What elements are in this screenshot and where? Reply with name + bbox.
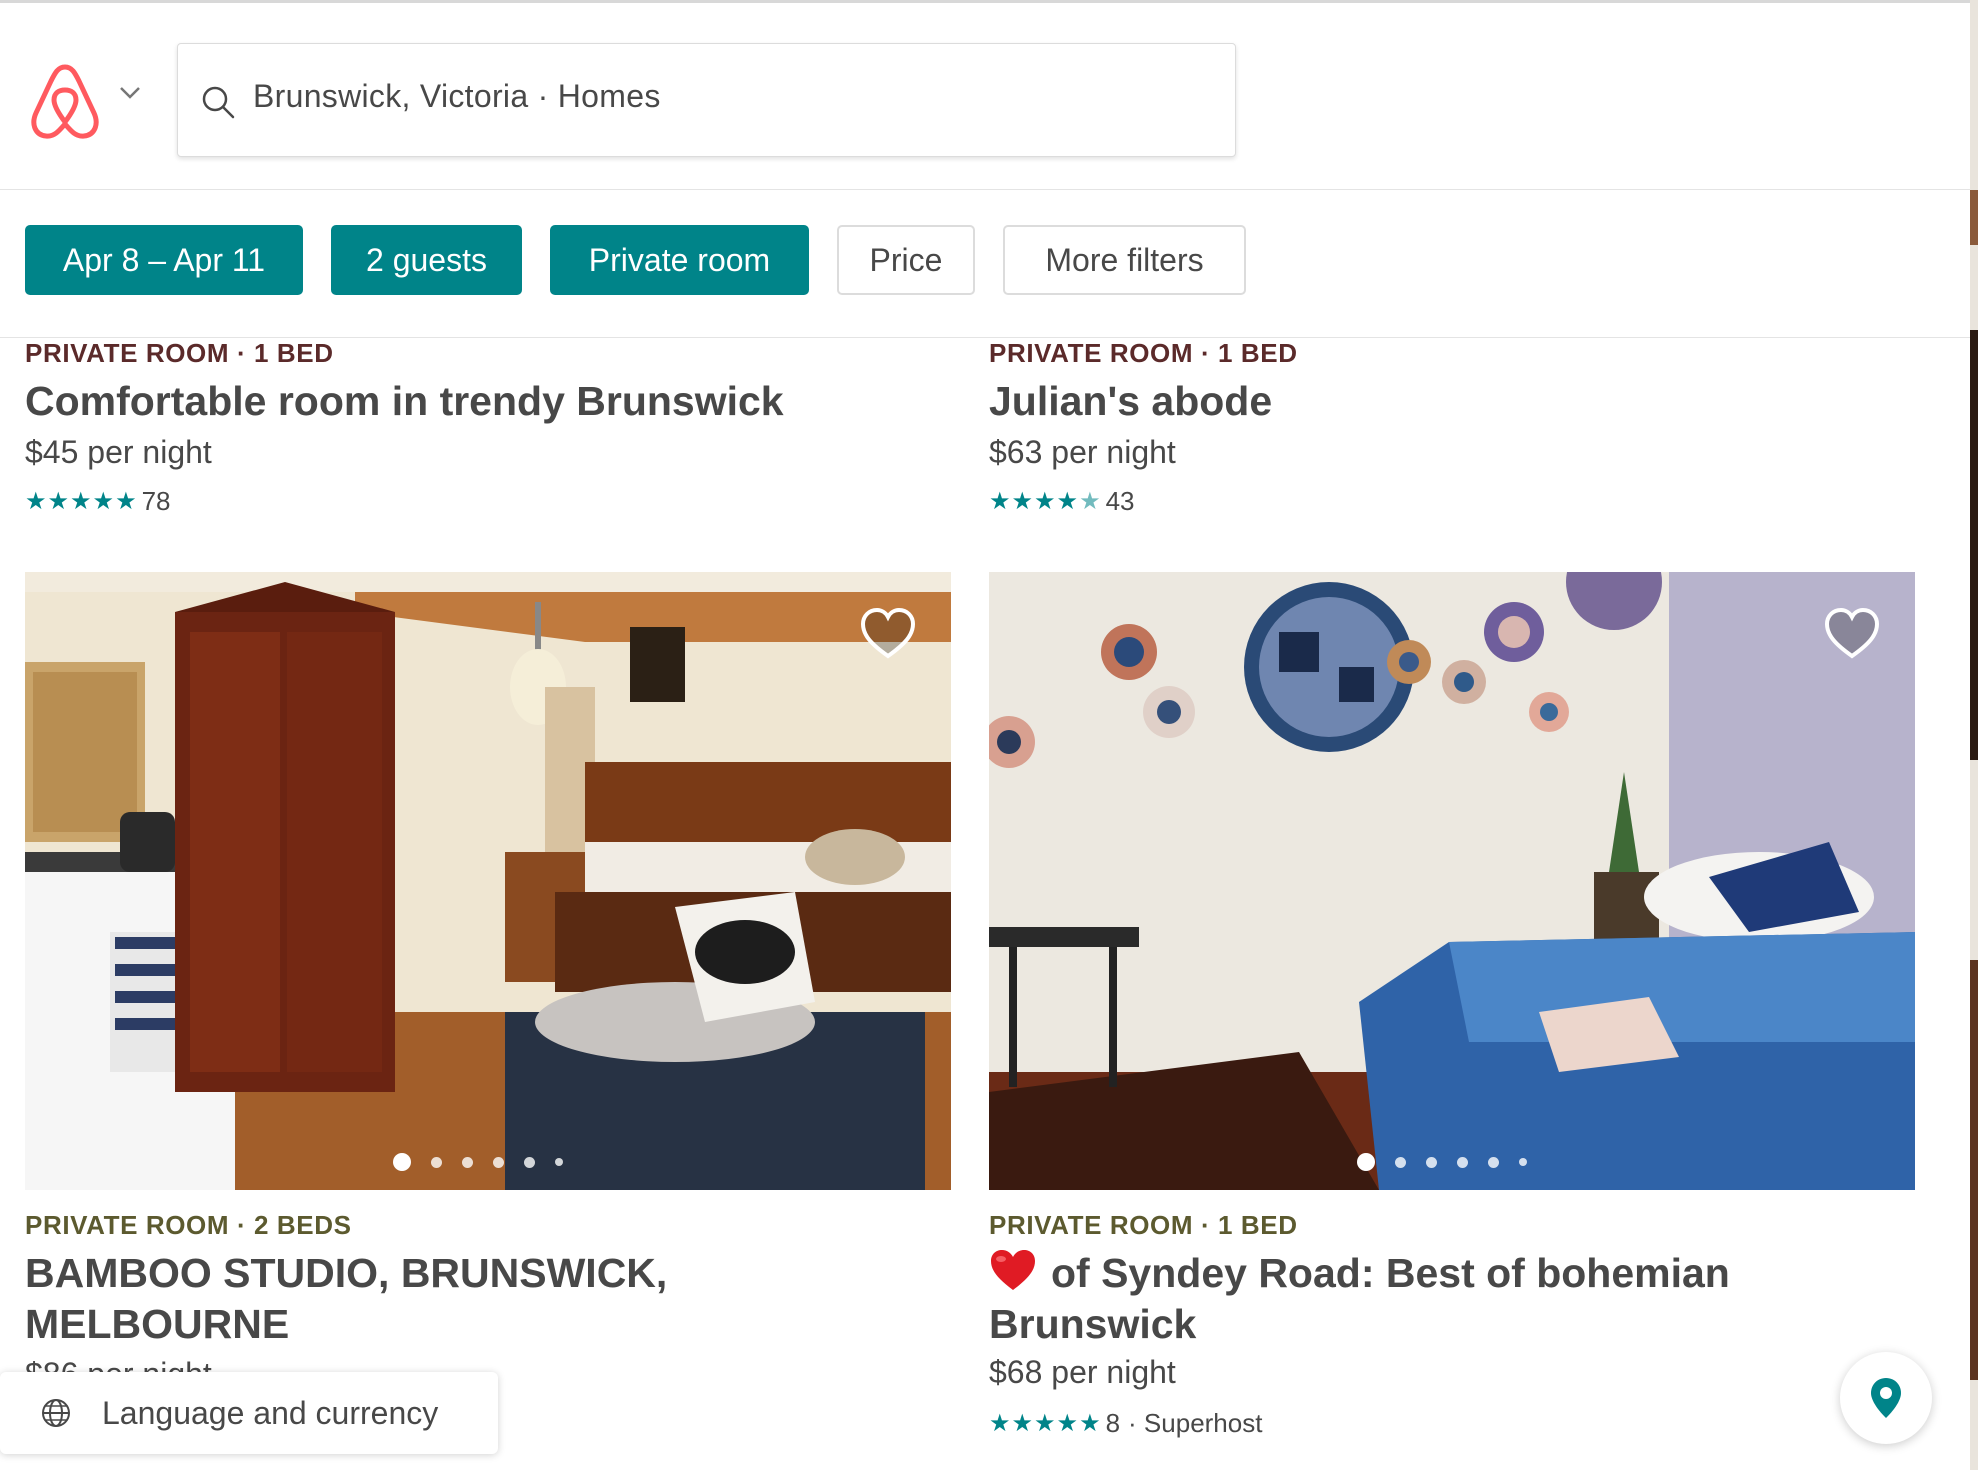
listing-rating: ★★★★★ 8 · Superhost (989, 1408, 1262, 1439)
globe-icon (42, 1399, 70, 1427)
carousel-dot[interactable] (493, 1156, 504, 1168)
listing-title[interactable]: Julian's abode (989, 376, 1272, 427)
carousel-dot[interactable] (1488, 1156, 1499, 1168)
price-unit: per night (1051, 1354, 1176, 1390)
listing-kicker: PRIVATE ROOM · 2 BEDS (25, 1210, 352, 1240)
review-count: 78 (141, 486, 171, 516)
carousel-dot[interactable] (431, 1156, 442, 1168)
language-currency-label: Language and currency (102, 1394, 439, 1431)
listing-photo[interactable] (989, 572, 1915, 1190)
chevron-down-icon[interactable] (118, 83, 142, 103)
carousel-dot[interactable] (524, 1156, 535, 1168)
heart-emoji-icon (991, 1250, 1035, 1290)
listing-title[interactable]: Comfortable room in trendy Brunswick (25, 376, 784, 427)
carousel-dot[interactable] (555, 1158, 563, 1166)
photo-carousel-dots[interactable] (1357, 1153, 1527, 1171)
listing-rating: ★★★★★ 78 (25, 486, 171, 517)
listing-rating: ★★★★★ 43 (989, 486, 1135, 517)
filter-guests-button[interactable]: 2 guests (331, 225, 522, 295)
listing-kicker: PRIVATE ROOM · 1 BED (25, 338, 334, 368)
search-query-text: Brunswick, Victoria · Homes (253, 78, 661, 114)
review-count: 43 (1105, 486, 1135, 516)
carousel-dot[interactable] (462, 1156, 473, 1168)
language-currency-button[interactable]: Language and currency (0, 1372, 498, 1454)
filter-dates-button[interactable]: Apr 8 – Apr 11 (25, 225, 303, 295)
heart-icon[interactable] (1823, 606, 1881, 660)
bedroom-photo-image (25, 572, 951, 1190)
carousel-dot[interactable] (393, 1153, 411, 1171)
airbnb-logo-icon[interactable] (28, 61, 102, 141)
carousel-dot[interactable] (1357, 1153, 1375, 1171)
carousel-dot[interactable] (1395, 1156, 1406, 1168)
carousel-dot[interactable] (1457, 1156, 1468, 1168)
search-input[interactable]: Brunswick, Victoria · Homes (177, 43, 1236, 157)
adjacent-window-edge (1970, 0, 1978, 1470)
listing-kicker: PRIVATE ROOM · 1 BED (989, 338, 1298, 368)
search-icon (202, 86, 235, 119)
price-amount: $63 (989, 434, 1043, 470)
listing-title[interactable]: of Syndey Road: Best of bohemian Brunswi… (989, 1248, 1869, 1350)
star-rating-icon: ★★★★★ (989, 488, 1102, 515)
filter-bar: Apr 8 – Apr 11 2 guests Private room Pri… (0, 190, 1970, 338)
bohemian-bedroom-photo-image (989, 572, 1915, 1190)
price-amount: $45 (25, 434, 79, 470)
superhost-badge: · Superhost (1128, 1408, 1263, 1438)
listing-kicker: PRIVATE ROOM · 1 BED (989, 1210, 1298, 1240)
star-rating-icon: ★★★★★ (989, 1410, 1102, 1437)
listing-photo[interactable] (25, 572, 951, 1190)
map-button[interactable] (1840, 1352, 1932, 1444)
filter-more-button[interactable]: More filters (1003, 225, 1246, 295)
photo-carousel-dots[interactable] (393, 1153, 563, 1171)
review-count: 8 (1105, 1408, 1121, 1438)
heart-icon[interactable] (859, 606, 917, 660)
filter-room-type-button[interactable]: Private room (550, 225, 809, 295)
price-unit: per night (1051, 434, 1176, 470)
price-amount: $68 (989, 1354, 1043, 1390)
map-pin-icon (1871, 1378, 1901, 1418)
site-header: Brunswick, Victoria · Homes (0, 3, 1970, 190)
listing-title[interactable]: BAMBOO STUDIO, BRUNSWICK, MELBOURNE (25, 1248, 845, 1350)
listing-price: $63 per night (989, 434, 1176, 471)
carousel-dot[interactable] (1519, 1158, 1527, 1166)
star-rating-icon: ★★★★★ (25, 488, 138, 515)
listing-price: $68 per night (989, 1354, 1176, 1391)
price-unit: per night (87, 434, 212, 470)
carousel-dot[interactable] (1426, 1156, 1437, 1168)
listing-price: $45 per night (25, 434, 212, 471)
filter-price-button[interactable]: Price (837, 225, 975, 295)
